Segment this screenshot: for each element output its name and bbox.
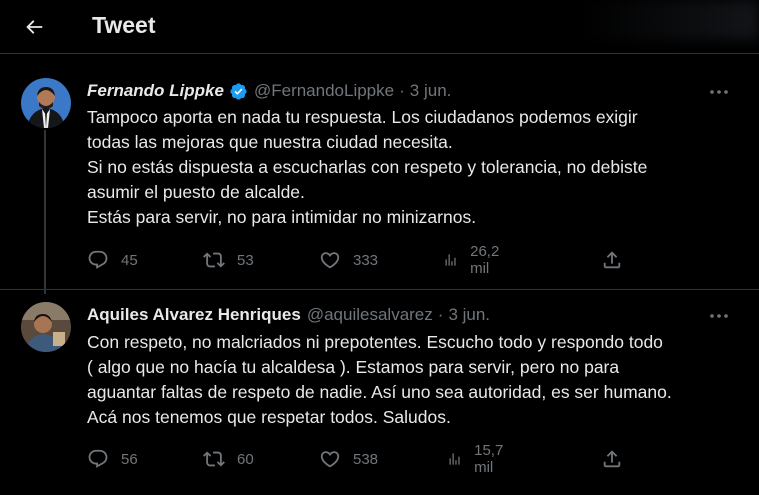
display-name[interactable]: Fernando Lippke	[87, 81, 224, 101]
user-handle[interactable]: @aquilesalvarez	[307, 305, 433, 325]
display-name[interactable]: Aquiles Alvarez Henriques	[87, 305, 301, 325]
tweet-text-line: todas las mejoras que nuestra ciudad nec…	[87, 132, 453, 152]
tweet-text-line: Con respeto, no malcriados ni prepotente…	[87, 332, 663, 352]
tweet-text-line: ( algo que no hacía tu alcaldesa ). Esta…	[87, 357, 620, 377]
retweet-count: 53	[237, 251, 254, 269]
avatar-image	[21, 302, 71, 352]
tweet-date[interactable]: 3 jun.	[448, 305, 490, 325]
verified-badge-icon	[229, 82, 248, 101]
tweet-divider	[0, 289, 759, 290]
share-button[interactable]	[601, 248, 635, 272]
like-button[interactable]: 538	[319, 447, 378, 471]
more-icon	[710, 314, 728, 318]
views-button[interactable]: 15,7 mil	[447, 442, 510, 476]
views-icon	[449, 453, 460, 465]
share-button[interactable]	[601, 447, 635, 471]
header-blur	[579, 0, 759, 40]
page-title: Tweet	[92, 12, 156, 38]
reply-button[interactable]: 56	[87, 447, 138, 471]
views-button[interactable]: 26,2 mil	[443, 243, 506, 277]
tweet-author-row: Aquiles Alvarez Henriques @aquilesalvare…	[87, 305, 490, 325]
like-count: 333	[353, 251, 379, 269]
tweet-text: Con respeto, no malcriados ni prepotente…	[87, 330, 737, 430]
reply-icon	[88, 250, 108, 269]
tweet-text-line: Tampoco aporta en nada tu respuesta. Los…	[87, 107, 638, 127]
separator-dot: ·	[399, 81, 405, 100]
avatar[interactable]	[21, 302, 71, 352]
back-arrow-icon	[26, 20, 43, 34]
separator-dot: ·	[437, 305, 444, 324]
tweet-fernando[interactable]: Fernando Lippke @FernandoLippke · 3 jun.…	[0, 62, 759, 290]
avatar[interactable]	[21, 78, 71, 128]
retweet-icon	[203, 252, 225, 268]
tweet-date[interactable]: 3 jun.	[410, 81, 452, 101]
views-count: 15,7 mil	[474, 442, 504, 476]
share-icon	[603, 450, 621, 468]
thread-connector-line	[44, 130, 46, 294]
like-button[interactable]: 333	[319, 248, 378, 272]
share-icon	[603, 251, 621, 269]
like-count: 538	[353, 450, 379, 468]
reply-icon	[88, 449, 108, 468]
like-icon	[320, 451, 340, 468]
tweet-text-line: Acá nos tenemos que respetar todos. Salu…	[87, 407, 451, 427]
top-bar: Tweet	[0, 0, 759, 54]
tweet-author-row: Fernando Lippke @FernandoLippke · 3 jun.	[87, 81, 451, 101]
views-count: 26,2 mil	[470, 243, 500, 277]
retweet-icon	[203, 451, 225, 467]
retweet-count: 60	[237, 450, 254, 468]
more-options-button[interactable]	[707, 82, 731, 102]
reply-button[interactable]: 45	[87, 248, 138, 272]
more-options-button[interactable]	[707, 306, 731, 326]
tweet-text-line: Si no estás dispuesta a escucharlas con …	[87, 157, 648, 177]
tweet-text-line: Estás para servir, no para intimidar no …	[87, 207, 477, 227]
reply-count: 45	[121, 251, 138, 269]
back-button[interactable]	[18, 11, 50, 43]
tweet-aquiles[interactable]: Aquiles Alvarez Henriques @aquilesalvare…	[0, 290, 759, 495]
views-icon	[445, 254, 456, 266]
tweet-text-line: asumir el puesto de alcalde.	[87, 182, 305, 202]
retweet-button[interactable]: 60	[203, 447, 254, 471]
user-handle[interactable]: @FernandoLippke	[254, 81, 394, 101]
reply-count: 56	[121, 450, 138, 468]
avatar-image	[21, 78, 71, 128]
retweet-button[interactable]: 53	[203, 248, 254, 272]
more-icon	[710, 90, 728, 94]
tweet-text: Tampoco aporta en nada tu respuesta. Los…	[87, 105, 737, 230]
tweet-text-line: aguantar faltas de respeto de nadie. Así…	[87, 382, 672, 402]
like-icon	[320, 252, 340, 269]
